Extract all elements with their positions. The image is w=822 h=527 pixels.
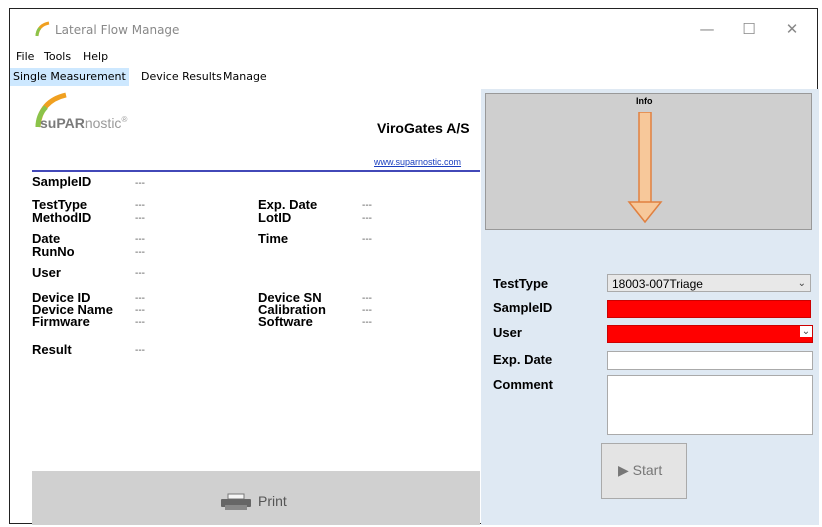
tab-single-measurement[interactable]: Single Measurement [10,68,129,86]
user-select[interactable]: ⌄ [607,325,813,343]
value-calibration: --- [362,305,372,316]
value-time: --- [362,234,372,245]
measurement-details-panel: suPARnostic® ViroGates A/S www.suparnost… [32,89,480,525]
window-title: Lateral Flow Manage [55,23,180,37]
measurement-input-panel: Info TestType 18003-007Triage ⌄ SampleID… [481,89,819,525]
start-label: ▶ Start [618,462,663,478]
chevron-down-icon: ⌄ [797,278,806,289]
website-link[interactable]: www.suparnostic.com [374,157,461,167]
value-method-id: --- [135,213,145,224]
value-device-sn: --- [362,293,372,304]
print-button[interactable]: Print [32,471,480,525]
form-label-sample-id: SampleID [493,300,553,315]
info-title: Info [636,96,653,106]
label-run-no: RunNo [32,244,75,259]
app-window: Lateral Flow Manage — ☐ ✕ File Tools Hel… [9,8,819,525]
value-device-id: --- [135,293,145,304]
test-type-select[interactable]: 18003-007Triage ⌄ [607,274,811,292]
sample-id-input[interactable] [607,300,811,318]
value-result: --- [135,345,145,356]
value-firmware: --- [135,317,145,328]
chevron-down-icon: ⌄ [800,326,812,337]
minimize-button[interactable]: — [692,19,722,39]
label-software: Software [258,314,313,329]
value-exp-date: --- [362,200,372,211]
form-label-exp-date: Exp. Date [493,352,553,367]
label-result: Result [32,342,72,357]
tab-manage[interactable]: Manage [220,68,270,86]
app-logo-icon [35,21,50,37]
value-user: --- [135,268,145,279]
maximize-button[interactable]: ☐ [734,19,764,39]
print-label: Print [258,493,287,509]
close-button[interactable]: ✕ [777,19,807,39]
exp-date-input[interactable] [607,351,813,370]
form-label-test-type: TestType [493,276,549,291]
label-method-id: MethodID [32,210,92,225]
header-divider [32,170,480,172]
label-user: User [32,265,61,280]
label-firmware: Firmware [32,314,90,329]
menu-tools[interactable]: Tools [44,50,71,63]
printer-icon [221,493,251,510]
logo-wordmark: suPARnostic® [40,115,128,131]
tab-device-results[interactable]: Device Results [138,68,225,86]
label-time: Time [258,231,289,246]
value-sample-id: --- [135,178,145,189]
value-date: --- [135,234,145,245]
comment-textarea[interactable] [607,375,813,435]
info-box: Info [485,93,812,230]
start-button[interactable]: ▶ Start [601,443,687,499]
form-label-comment: Comment [493,377,553,392]
label-lot-id: LotID [258,210,292,225]
value-test-type: --- [135,200,145,211]
value-run-no: --- [135,247,145,258]
form-label-user: User [493,325,522,340]
company-name: ViroGates A/S [377,120,470,136]
menu-bar: File Tools Help [10,47,817,67]
arrow-down-icon [627,112,663,224]
value-device-name: --- [135,305,145,316]
play-icon: ▶ [618,462,629,478]
menu-help[interactable]: Help [83,50,108,63]
label-sample-id: SampleID [32,174,92,189]
value-lot-id: --- [362,213,372,224]
value-software: --- [362,317,372,328]
menu-file[interactable]: File [16,50,34,63]
tab-strip: Single Measurement Device Results Manage [10,68,817,86]
title-bar: Lateral Flow Manage — ☐ ✕ [10,9,817,47]
